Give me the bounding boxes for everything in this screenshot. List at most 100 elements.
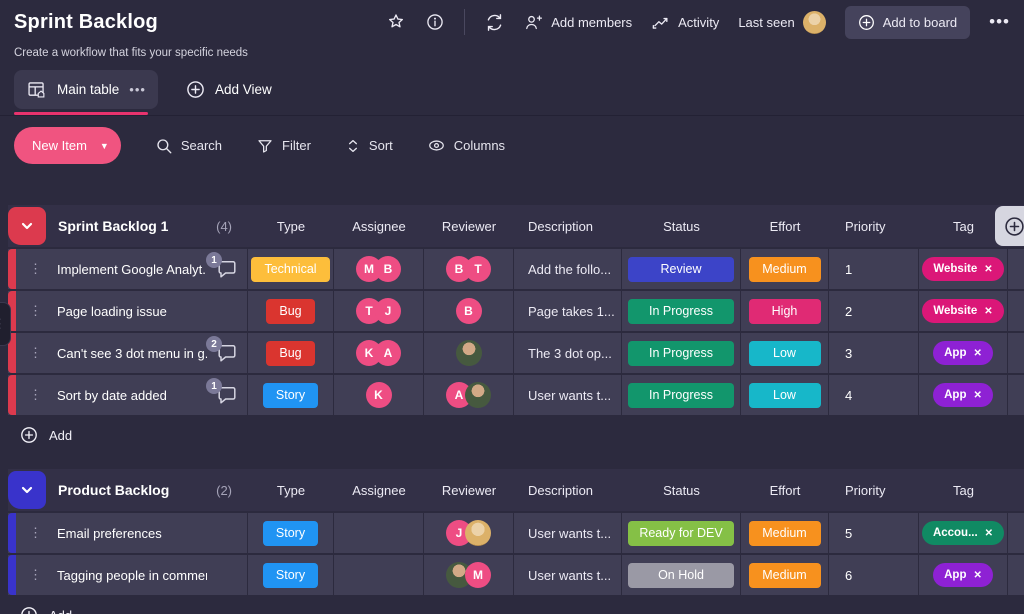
avatar-initial[interactable]: T — [465, 256, 491, 282]
tag-cell[interactable]: Accou...✕ — [919, 513, 1008, 553]
add-view-button[interactable]: Add View — [186, 80, 272, 99]
priority-cell[interactable]: 4 — [829, 375, 919, 415]
assignee-cell[interactable] — [334, 555, 424, 595]
star-icon[interactable] — [386, 12, 406, 32]
status-badge[interactable]: In Progress — [628, 383, 734, 408]
effort-cell[interactable]: Medium — [741, 249, 829, 289]
tab-main-table[interactable]: Main table ••• — [14, 70, 158, 109]
avatar-initial[interactable]: J — [375, 298, 401, 324]
status-cell[interactable]: In Progress — [622, 333, 741, 373]
reviewer-cell[interactable]: A — [424, 375, 514, 415]
assignee-cell[interactable]: KA — [334, 333, 424, 373]
more-options-icon[interactable]: ••• — [989, 17, 1010, 27]
column-header-desc[interactable]: Description — [514, 483, 622, 498]
type-cell[interactable]: Story — [248, 513, 334, 553]
side-panel-handle[interactable]: ⋮ — [0, 302, 11, 346]
status-badge[interactable]: In Progress — [628, 341, 734, 366]
tag-cell[interactable]: App✕ — [919, 375, 1008, 415]
type-badge[interactable]: Story — [263, 563, 318, 588]
add-members-button[interactable]: Add members — [524, 13, 632, 32]
status-badge[interactable]: In Progress — [628, 299, 734, 324]
tag-badge[interactable]: App✕ — [933, 341, 993, 365]
reviewer-cell[interactable] — [424, 333, 514, 373]
avatar-photo[interactable] — [465, 520, 491, 546]
status-cell[interactable]: In Progress — [622, 291, 741, 331]
comments-bubble-icon[interactable]: 1 — [216, 385, 238, 405]
type-badge[interactable]: Story — [263, 521, 318, 546]
avatar-initial[interactable]: B — [456, 298, 482, 324]
description-cell[interactable]: User wants t... — [514, 513, 622, 553]
tag-badge[interactable]: Website✕ — [922, 299, 1003, 323]
reviewer-cell[interactable]: M — [424, 555, 514, 595]
activity-button[interactable]: Activity — [651, 13, 719, 32]
type-badge[interactable]: Technical — [251, 257, 329, 282]
column-header-effort[interactable]: Effort — [741, 483, 829, 498]
type-cell[interactable]: Bug — [248, 333, 334, 373]
effort-cell[interactable]: High — [741, 291, 829, 331]
type-badge[interactable]: Bug — [266, 341, 314, 366]
row-menu-icon[interactable]: ⋮ — [29, 261, 42, 277]
sync-icon[interactable] — [484, 12, 505, 33]
column-header-effort[interactable]: Effort — [741, 219, 829, 234]
search-button[interactable]: Search — [155, 137, 222, 155]
item-name-cell[interactable]: ⋮ Can't see 3 dot menu in g... 2 — [16, 333, 248, 373]
column-header-status[interactable]: Status — [622, 219, 741, 234]
tag-badge[interactable]: Accou...✕ — [922, 521, 1004, 545]
item-name-cell[interactable]: ⋮ Sort by date added 1 — [16, 375, 248, 415]
column-header-type[interactable]: Type — [248, 483, 334, 498]
row-menu-icon[interactable]: ⋮ — [29, 567, 42, 583]
tag-cell[interactable]: Website✕ — [919, 291, 1008, 331]
effort-badge[interactable]: Medium — [749, 563, 821, 588]
assignee-cell[interactable]: TJ — [334, 291, 424, 331]
effort-badge[interactable]: High — [749, 299, 821, 324]
type-cell[interactable]: Story — [248, 375, 334, 415]
type-cell[interactable]: Technical — [248, 249, 334, 289]
tag-cell[interactable]: App✕ — [919, 555, 1008, 595]
effort-badge[interactable]: Medium — [749, 521, 821, 546]
chevron-down-icon[interactable]: ▼ — [100, 141, 109, 151]
group-title[interactable]: Sprint Backlog 1 — [58, 218, 216, 234]
tag-badge[interactable]: App✕ — [933, 383, 993, 407]
avatar-initial[interactable]: M — [465, 562, 491, 588]
priority-cell[interactable]: 1 — [829, 249, 919, 289]
column-header-priority[interactable]: Priority — [829, 483, 919, 498]
row-menu-icon[interactable]: ⋮ — [29, 303, 42, 319]
column-header-type[interactable]: Type — [248, 219, 334, 234]
column-header-reviewer[interactable]: Reviewer — [424, 483, 514, 498]
status-badge[interactable]: On Hold — [628, 563, 734, 588]
reviewer-cell[interactable]: J — [424, 513, 514, 553]
tag-cell[interactable]: Website✕ — [919, 249, 1008, 289]
row-menu-icon[interactable]: ⋮ — [29, 387, 42, 403]
remove-tag-icon[interactable]: ✕ — [984, 264, 992, 275]
column-header-priority[interactable]: Priority — [829, 219, 919, 234]
comments-bubble-icon[interactable]: 1 — [216, 259, 238, 279]
description-cell[interactable]: Page takes 1... — [514, 291, 622, 331]
description-cell[interactable]: User wants t... — [514, 375, 622, 415]
add-column-button[interactable] — [995, 206, 1024, 246]
column-header-reviewer[interactable]: Reviewer — [424, 219, 514, 234]
item-name-cell[interactable]: ⋮ Email preferences — [16, 513, 248, 553]
item-name-cell[interactable]: ⋮ Page loading issue — [16, 291, 248, 331]
column-header-status[interactable]: Status — [622, 483, 741, 498]
effort-badge[interactable]: Low — [749, 341, 821, 366]
status-badge[interactable]: Review — [628, 257, 734, 282]
columns-button[interactable]: Columns — [427, 136, 505, 155]
description-cell[interactable]: The 3 dot op... — [514, 333, 622, 373]
column-header-tag[interactable]: Tag — [919, 483, 1008, 498]
tag-badge[interactable]: App✕ — [933, 563, 993, 587]
type-badge[interactable]: Bug — [266, 299, 314, 324]
add-item-button[interactable]: Add — [20, 599, 1024, 614]
tab-options-icon[interactable]: ••• — [129, 87, 146, 93]
status-cell[interactable]: Ready for DEV — [622, 513, 741, 553]
priority-cell[interactable]: 2 — [829, 291, 919, 331]
assignee-cell[interactable] — [334, 513, 424, 553]
item-name-cell[interactable]: ⋮ Implement Google Analyt... 1 — [16, 249, 248, 289]
effort-badge[interactable]: Low — [749, 383, 821, 408]
priority-cell[interactable]: 5 — [829, 513, 919, 553]
row-menu-icon[interactable]: ⋮ — [29, 525, 42, 541]
column-header-assignee[interactable]: Assignee — [334, 219, 424, 234]
effort-cell[interactable]: Low — [741, 375, 829, 415]
priority-cell[interactable]: 3 — [829, 333, 919, 373]
remove-tag-icon[interactable]: ✕ — [973, 390, 981, 401]
effort-cell[interactable]: Medium — [741, 513, 829, 553]
